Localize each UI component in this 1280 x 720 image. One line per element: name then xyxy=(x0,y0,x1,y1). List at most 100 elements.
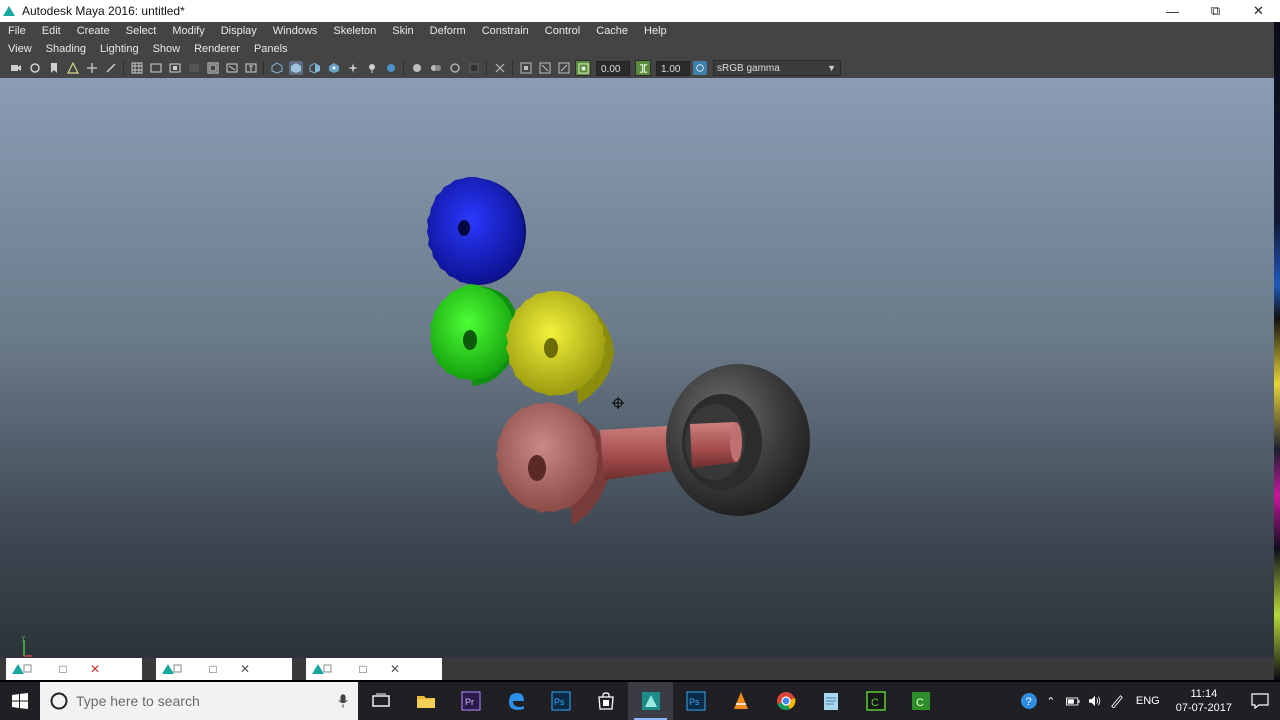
bookmark-icon[interactable] xyxy=(47,61,61,75)
resolution-gate-icon[interactable] xyxy=(168,61,182,75)
minimize-icon[interactable]: — xyxy=(1151,0,1194,22)
clock[interactable]: 11:14 07-07-2017 xyxy=(1168,687,1240,715)
gamma-icon[interactable] xyxy=(635,60,651,76)
microphone-icon[interactable] xyxy=(338,694,348,708)
minimized-window-3[interactable]: □ ✕ xyxy=(306,658,442,680)
svg-text:Ps: Ps xyxy=(554,697,565,707)
menu-control[interactable]: Control xyxy=(537,22,588,40)
start-button[interactable] xyxy=(0,682,40,720)
panel-menu-panels[interactable]: Panels xyxy=(246,40,294,58)
exposure-icon[interactable] xyxy=(575,60,591,76)
menu-help[interactable]: Help xyxy=(636,22,675,40)
maya-icon[interactable] xyxy=(628,682,673,720)
photoshop-icon[interactable]: Ps xyxy=(538,682,583,720)
color-space-dropdown[interactable]: sRGB gamma ▼ xyxy=(713,60,841,76)
view-transform-icon[interactable] xyxy=(693,61,707,75)
close-icon[interactable]: ✕ xyxy=(84,662,106,676)
close-icon[interactable]: ✕ xyxy=(234,662,256,676)
camtasia-icon-2[interactable]: C xyxy=(898,682,943,720)
camera-attributes-icon[interactable] xyxy=(28,61,42,75)
menu-create[interactable]: Create xyxy=(69,22,118,40)
motion-blur-icon[interactable] xyxy=(410,61,424,75)
chrome-icon[interactable] xyxy=(763,682,808,720)
gate-mask-icon[interactable] xyxy=(187,61,201,75)
gear-blue[interactable] xyxy=(427,177,526,285)
grid-icon[interactable] xyxy=(130,61,144,75)
menu-edit[interactable]: Edit xyxy=(34,22,69,40)
chevron-down-icon: ▼ xyxy=(827,63,836,73)
perspective-viewport[interactable]: y xyxy=(0,78,1274,658)
panel-menu-lighting[interactable]: Lighting xyxy=(92,40,145,58)
edge-icon[interactable] xyxy=(493,682,538,720)
menu-cache[interactable]: Cache xyxy=(588,22,636,40)
restore-icon[interactable]: □ xyxy=(202,662,224,676)
menu-deform[interactable]: Deform xyxy=(422,22,474,40)
toolbar-divider xyxy=(486,61,487,75)
camtasia-icon[interactable]: C xyxy=(853,682,898,720)
wireframe-on-shaded-icon[interactable] xyxy=(308,61,322,75)
photoshop-icon-2[interactable]: Ps xyxy=(673,682,718,720)
premiere-icon[interactable]: Pr xyxy=(448,682,493,720)
2d-pan-zoom-icon[interactable] xyxy=(85,61,99,75)
menu-modify[interactable]: Modify xyxy=(164,22,212,40)
close-icon[interactable]: ✕ xyxy=(384,662,406,676)
help-icon[interactable]: ? xyxy=(1018,682,1040,720)
notifications-icon[interactable] xyxy=(1240,693,1280,709)
volume-icon[interactable] xyxy=(1084,682,1106,720)
gear-yellow[interactable] xyxy=(506,291,614,404)
menu-display[interactable]: Display xyxy=(213,22,265,40)
frame-all-icon[interactable] xyxy=(519,61,533,75)
chevron-up-icon[interactable]: ⌃ xyxy=(1040,682,1062,720)
vlc-icon[interactable] xyxy=(718,682,763,720)
gamma-field[interactable]: 1.00 xyxy=(656,60,690,76)
minimized-window-2[interactable]: □ ✕ xyxy=(156,658,292,680)
panel-menu-bar: View Shading Lighting Show Renderer Pane… xyxy=(0,40,1274,58)
safe-title-icon[interactable] xyxy=(244,61,258,75)
search-box[interactable]: Type here to search xyxy=(40,682,358,720)
menu-file[interactable]: File xyxy=(0,22,34,40)
exposure-field[interactable]: 0.00 xyxy=(596,60,630,76)
depth-of-field-icon[interactable] xyxy=(448,61,462,75)
menu-skin[interactable]: Skin xyxy=(384,22,421,40)
menu-skeleton[interactable]: Skeleton xyxy=(325,22,384,40)
restore-icon[interactable]: ⧉ xyxy=(1194,0,1237,22)
restore-icon[interactable]: □ xyxy=(352,662,374,676)
xray-icon[interactable] xyxy=(493,61,507,75)
panel-menu-renderer[interactable]: Renderer xyxy=(186,40,246,58)
file-explorer-icon[interactable] xyxy=(403,682,448,720)
scene-canvas[interactable] xyxy=(0,78,1274,658)
menu-constrain[interactable]: Constrain xyxy=(474,22,537,40)
isolate-select-icon[interactable] xyxy=(467,61,481,75)
grease-pencil-icon[interactable] xyxy=(104,61,118,75)
image-plane-icon[interactable] xyxy=(66,61,80,75)
frame-selected-icon[interactable] xyxy=(538,61,552,75)
wheel[interactable] xyxy=(666,364,810,516)
use-all-lights-icon[interactable] xyxy=(346,61,360,75)
restore-icon[interactable]: □ xyxy=(52,662,74,676)
minimized-window-1[interactable]: □ ✕ xyxy=(6,658,142,680)
menu-select[interactable]: Select xyxy=(118,22,165,40)
safe-action-icon[interactable] xyxy=(225,61,239,75)
shadows-icon[interactable] xyxy=(365,61,379,75)
pen-icon[interactable] xyxy=(1106,682,1128,720)
film-gate-icon[interactable] xyxy=(149,61,163,75)
gear-red[interactable] xyxy=(496,402,610,526)
multisample-aa-icon[interactable] xyxy=(429,61,443,75)
select-camera-icon[interactable] xyxy=(9,61,23,75)
store-icon[interactable] xyxy=(583,682,628,720)
pan-zoom-icon[interactable] xyxy=(557,61,571,75)
menu-windows[interactable]: Windows xyxy=(265,22,326,40)
battery-icon[interactable] xyxy=(1062,682,1084,720)
close-icon[interactable]: ✕ xyxy=(1237,0,1280,22)
notepad-icon[interactable] xyxy=(808,682,853,720)
field-chart-icon[interactable] xyxy=(206,61,220,75)
textured-icon[interactable] xyxy=(327,61,341,75)
language-indicator[interactable]: ENG xyxy=(1128,695,1168,707)
smooth-shade-icon[interactable] xyxy=(288,61,303,75)
panel-menu-shading[interactable]: Shading xyxy=(38,40,92,58)
task-view-icon[interactable] xyxy=(358,682,403,720)
wireframe-icon[interactable] xyxy=(270,61,284,75)
screen-space-ao-icon[interactable] xyxy=(384,61,398,75)
panel-menu-view[interactable]: View xyxy=(0,40,38,58)
panel-menu-show[interactable]: Show xyxy=(145,40,187,58)
